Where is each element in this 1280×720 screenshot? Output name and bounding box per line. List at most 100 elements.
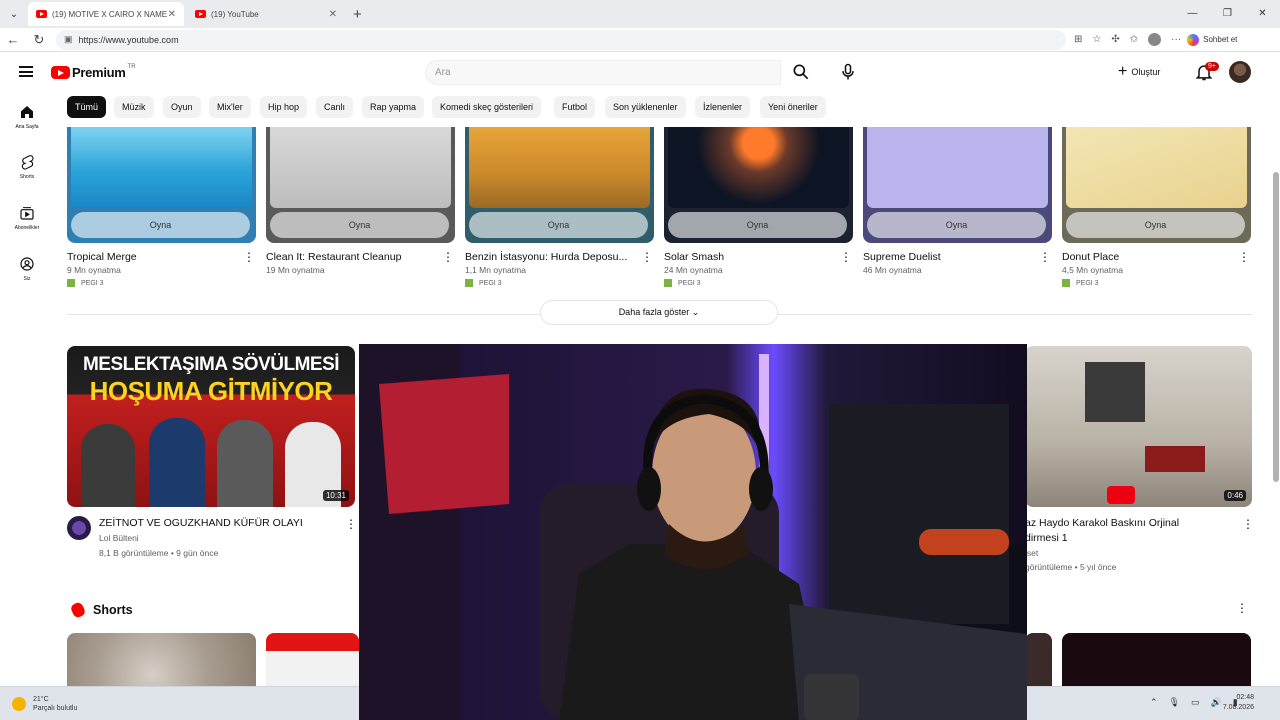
tab-actions-button[interactable]: ⌄	[3, 3, 25, 25]
browser-tab[interactable]: (19) YouTube ✕	[187, 2, 345, 26]
chip-futbol[interactable]: Futbol	[554, 96, 596, 118]
clock[interactable]: 02:48 7.08.2026	[1223, 693, 1254, 713]
guide-menu-icon[interactable]	[19, 66, 33, 77]
game-thumbnail[interactable]: Oyna	[465, 127, 654, 243]
game-thumbnail[interactable]: Oyna	[664, 127, 853, 243]
video-thumbnail[interactable]: MESLEKTAŞIMA SÖVÜLMESİ HOŞUMA GİTMİYOR 1…	[67, 346, 355, 507]
more-actions-icon[interactable]: ⋮	[345, 518, 357, 530]
chip-izlenenler[interactable]: İzlenenler	[695, 96, 751, 118]
game-title[interactable]: Donut Place	[1062, 251, 1227, 263]
channel-avatar[interactable]	[67, 516, 91, 540]
volume-icon[interactable]: 🔊	[1211, 697, 1222, 708]
microphone-icon[interactable]	[838, 62, 858, 82]
guide-item-home[interactable]: Ana Sayfa	[0, 104, 54, 130]
game-title[interactable]: Clean It: Restaurant Cleanup	[266, 251, 431, 263]
video-thumbnail[interactable]: 0:46	[1025, 346, 1252, 507]
game-art	[469, 127, 650, 208]
url-field[interactable]: ▣ https://www.youtube.com	[56, 29, 1066, 50]
more-actions-icon[interactable]: ⋮	[1238, 251, 1250, 263]
chip-komedi[interactable]: Komedi skeç gösterileri	[432, 96, 542, 118]
browser-tab-active[interactable]: (19) MOTIVE X CAIRO X NAME ✕	[28, 2, 184, 26]
more-actions-icon[interactable]: ⋮	[1039, 251, 1051, 263]
network-icon[interactable]: ▭	[1191, 697, 1200, 708]
short-thumbnail[interactable]	[266, 633, 359, 686]
site-info-icon[interactable]: ▣	[64, 34, 73, 45]
video-title-line2[interactable]: dirmesi 1	[1025, 532, 1068, 544]
play-button[interactable]: Oyna	[1066, 212, 1245, 238]
weather-widget[interactable]: 21°C Parçalı bulutlu	[12, 695, 77, 713]
minimize-icon[interactable]: —	[1175, 0, 1210, 28]
you-icon	[20, 257, 34, 271]
search-icon[interactable]	[790, 62, 812, 82]
new-tab-button[interactable]: +	[353, 6, 362, 23]
chip-tumu[interactable]: Tümü	[67, 96, 107, 118]
browser-toolbar-icons: ⊞ ☆ ✣ ✩ ···	[1074, 33, 1181, 46]
close-window-icon[interactable]: ✕	[1245, 0, 1280, 28]
maximize-icon[interactable]: ❐	[1210, 0, 1245, 28]
chip-son-yuklenenler[interactable]: Son yüklenenler	[605, 96, 686, 118]
game-plays: 4,5 Mn oynatma	[1062, 265, 1123, 275]
pegi-icon	[1062, 279, 1070, 287]
more-actions-icon[interactable]: ⋮	[1242, 518, 1254, 530]
game-thumbnail[interactable]: Oyna	[67, 127, 256, 243]
game-thumbnail[interactable]: Oyna	[1062, 127, 1251, 243]
chip-muzik[interactable]: Müzik	[114, 96, 154, 118]
more-actions-icon[interactable]: ⋮	[840, 251, 852, 263]
microphone-icon[interactable]: 🎙	[1169, 697, 1180, 708]
chip-yeni-oneriler[interactable]: Yeni öneriler	[760, 96, 826, 118]
chip-canli[interactable]: Canlı	[316, 96, 354, 118]
glass	[804, 674, 859, 720]
favorites-icon[interactable]: ✩	[1130, 34, 1138, 45]
profile-avatar[interactable]	[1148, 33, 1162, 46]
short-thumbnail[interactable]	[1062, 633, 1251, 686]
youtube-logo[interactable]: Premium TR	[51, 64, 136, 80]
chip-hip-hop[interactable]: Hip hop	[260, 96, 308, 118]
chip-oyun[interactable]: Oyun	[163, 96, 201, 118]
copilot-button[interactable]: Sohbet et	[1187, 33, 1237, 46]
short-thumbnail[interactable]	[67, 633, 256, 686]
guide-item-shorts[interactable]: Shorts	[0, 154, 54, 180]
video-title[interactable]: ZEİTNOT VE OGUZKHAND KÜFÜR OLAYI	[99, 517, 303, 529]
search-input[interactable]: Ara	[425, 60, 781, 85]
more-actions-icon[interactable]: ⋮	[243, 251, 255, 263]
game-art	[71, 127, 252, 208]
more-actions-icon[interactable]: ⋮	[442, 251, 454, 263]
more-actions-icon[interactable]: ⋮	[641, 251, 653, 263]
show-more-button[interactable]: Daha fazla göster ⌄	[540, 300, 778, 325]
play-button[interactable]: Oyna	[867, 212, 1046, 238]
play-button[interactable]: Oyna	[668, 212, 847, 238]
split-screen-icon[interactable]: ⊞	[1074, 34, 1082, 45]
guide-item-you[interactable]: Siz	[0, 256, 54, 282]
channel-name[interactable]: Lol Bülteni	[99, 533, 139, 543]
extensions-icon[interactable]: ✣	[1111, 34, 1119, 45]
video-title[interactable]: az Haydo Karakol Baskını Orjinal	[1025, 517, 1179, 529]
game-title[interactable]: Benzin İstasyonu: Hurda Deposu...	[465, 251, 630, 263]
more-menu-icon[interactable]: ···	[1171, 34, 1181, 45]
close-tab-icon[interactable]: ✕	[329, 9, 337, 20]
chip-mixler[interactable]: Mix'ler	[209, 96, 251, 118]
chevron-down-icon: ⌄	[9, 8, 19, 20]
back-icon[interactable]: ←	[0, 32, 26, 47]
create-button[interactable]: + Oluştur	[1118, 62, 1160, 82]
game-title[interactable]: Solar Smash	[664, 251, 829, 263]
short-thumbnail[interactable]	[1025, 633, 1052, 686]
guide-item-subscriptions[interactable]: Abonelikler	[0, 205, 54, 231]
logo-text: Premium	[72, 65, 126, 80]
game-title[interactable]: Tropical Merge	[67, 251, 232, 263]
close-tab-icon[interactable]: ✕	[168, 9, 176, 20]
page-scrollbar[interactable]	[1273, 172, 1279, 482]
game-thumbnail[interactable]: Oyna	[863, 127, 1052, 243]
reload-icon[interactable]: ↻	[26, 32, 52, 48]
favorite-star-icon[interactable]: ☆	[1092, 34, 1101, 45]
chip-rap-yapma[interactable]: Rap yapma	[362, 96, 425, 118]
more-actions-icon[interactable]: ⋮	[1236, 602, 1248, 614]
play-button[interactable]: Oyna	[71, 212, 250, 238]
plus-icon: +	[1118, 63, 1128, 80]
game-thumbnail[interactable]: Oyna	[266, 127, 455, 243]
chevron-up-icon[interactable]: ⌃	[1150, 697, 1158, 708]
play-button[interactable]: Oyna	[270, 212, 449, 238]
play-button[interactable]: Oyna	[469, 212, 648, 238]
game-title[interactable]: Supreme Duelist	[863, 251, 1028, 263]
playables-shelf: Oyna Tropical Merge 9 Mn oynatma PEGI 3 …	[67, 127, 1252, 297]
account-avatar[interactable]	[1229, 61, 1251, 83]
